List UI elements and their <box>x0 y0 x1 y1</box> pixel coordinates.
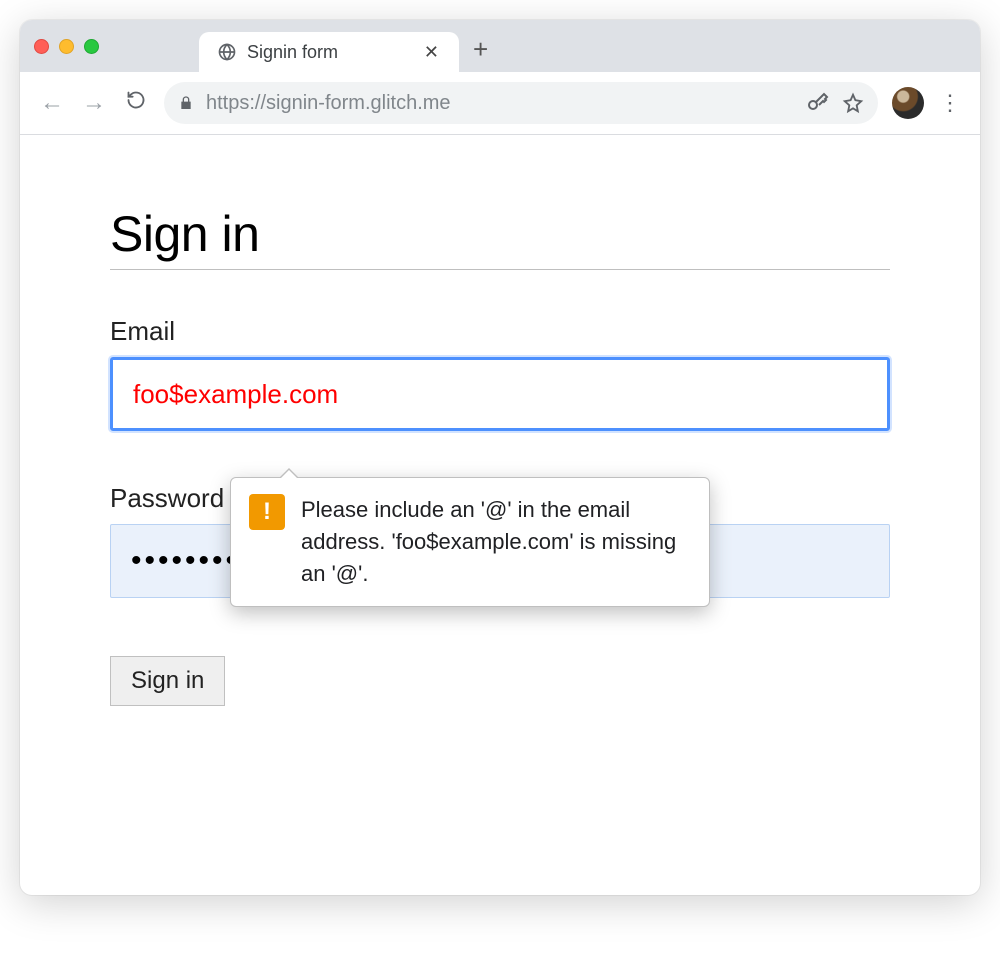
validation-message: Please include an '@' in the email addre… <box>301 494 691 590</box>
new-tab-button[interactable]: + <box>473 36 488 62</box>
maximize-window-button[interactable] <box>84 39 99 54</box>
page-title: Sign in <box>110 205 890 263</box>
sign-in-button[interactable]: Sign in <box>110 656 225 706</box>
bookmark-star-icon[interactable] <box>842 92 864 114</box>
reload-button[interactable] <box>122 89 150 117</box>
window-controls <box>34 39 99 54</box>
minimize-window-button[interactable] <box>59 39 74 54</box>
browser-window: Signin form ✕ + ← → https://signin-form.… <box>20 20 980 895</box>
browser-menu-button[interactable]: ⋮ <box>938 90 962 116</box>
email-label: Email <box>110 316 890 347</box>
page-content: Sign in Email Password Sign in ! Please … <box>20 135 980 895</box>
globe-icon <box>217 42 237 62</box>
url-text: https://signin-form.glitch.me <box>206 92 794 115</box>
profile-avatar[interactable] <box>892 87 924 119</box>
title-divider <box>110 269 890 270</box>
back-button[interactable]: ← <box>38 89 66 117</box>
address-bar[interactable]: https://signin-form.glitch.me <box>164 82 878 124</box>
close-window-button[interactable] <box>34 39 49 54</box>
tab-strip: Signin form ✕ + <box>20 20 980 72</box>
forward-button[interactable]: → <box>80 89 108 117</box>
close-tab-button[interactable]: ✕ <box>420 41 443 63</box>
email-input[interactable] <box>110 357 890 431</box>
email-field-group: Email <box>110 316 890 431</box>
browser-tab[interactable]: Signin form ✕ <box>199 32 459 72</box>
tab-title: Signin form <box>247 42 410 63</box>
browser-toolbar: ← → https://signin-form.glitch.me <box>20 72 980 135</box>
warning-icon: ! <box>249 494 285 530</box>
key-icon[interactable] <box>806 91 830 115</box>
lock-icon <box>178 95 194 111</box>
validation-tooltip: ! Please include an '@' in the email add… <box>230 477 710 607</box>
